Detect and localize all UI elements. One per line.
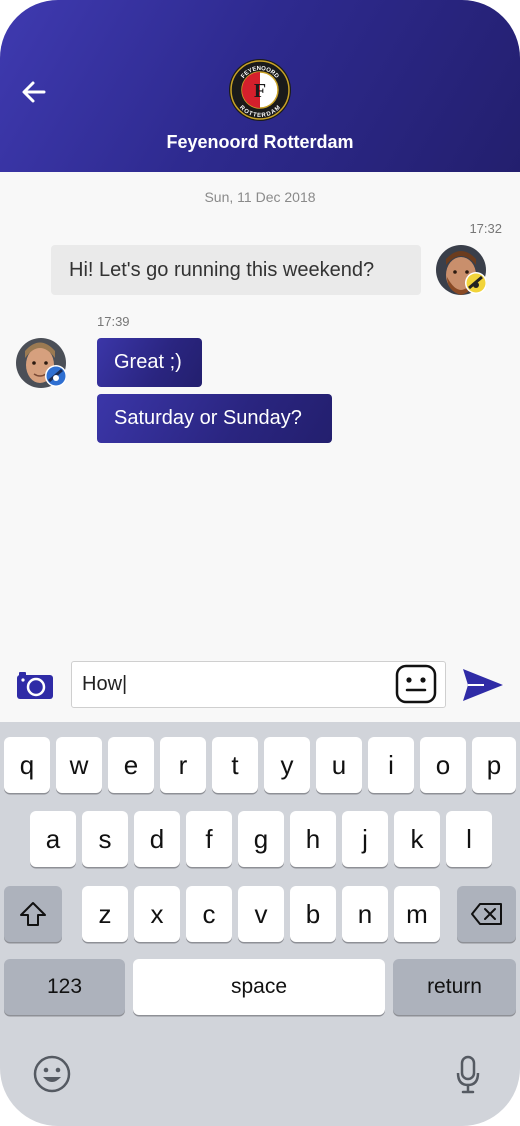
key-g[interactable]: g — [238, 811, 284, 867]
key-y[interactable]: y — [264, 737, 310, 793]
key-k[interactable]: k — [394, 811, 440, 867]
chat-header: F FEYENOORD ROTTERDAM Feyenoord Rotterda… — [0, 0, 520, 172]
key-i[interactable]: i — [368, 737, 414, 793]
numbers-key[interactable]: 123 — [4, 959, 125, 1015]
key-s[interactable]: s — [82, 811, 128, 867]
message-input[interactable] — [71, 661, 446, 708]
logo-letter: F — [254, 80, 266, 102]
key-u[interactable]: u — [316, 737, 362, 793]
outgoing-message-bubble[interactable]: Saturday or Sunday? — [97, 394, 332, 443]
incoming-message-bubble[interactable]: Hi! Let's go running this weekend? — [51, 245, 421, 295]
key-d[interactable]: d — [134, 811, 180, 867]
emoji-keyboard-icon[interactable] — [32, 1054, 72, 1094]
camera-icon[interactable] — [16, 670, 54, 700]
conversation-title: Feyenoord Rotterdam — [166, 132, 354, 152]
contact-avatar[interactable] — [16, 338, 66, 388]
key-l[interactable]: l — [446, 811, 492, 867]
key-b[interactable]: b — [290, 886, 336, 942]
space-key[interactable]: space — [133, 959, 385, 1015]
shift-key[interactable] — [4, 886, 62, 942]
key-t[interactable]: t — [212, 737, 258, 793]
backspace-icon — [470, 903, 502, 925]
emoji-face-icon[interactable] — [395, 664, 437, 704]
key-p[interactable]: p — [472, 737, 516, 793]
key-e[interactable]: e — [108, 737, 154, 793]
key-v[interactable]: v — [238, 886, 284, 942]
return-key[interactable]: return — [393, 959, 516, 1015]
club-logo: F FEYENOORD ROTTERDAM — [229, 59, 291, 121]
key-x[interactable]: x — [134, 886, 180, 942]
key-m[interactable]: m — [394, 886, 440, 942]
key-h[interactable]: h — [290, 811, 336, 867]
key-n[interactable]: n — [342, 886, 388, 942]
message-timestamp: 17:39 — [97, 314, 130, 329]
user-avatar[interactable] — [436, 245, 486, 295]
key-f[interactable]: f — [186, 811, 232, 867]
key-q[interactable]: q — [4, 737, 50, 793]
shift-icon — [20, 902, 46, 926]
microphone-icon[interactable] — [455, 1055, 481, 1095]
key-j[interactable]: j — [342, 811, 388, 867]
backspace-key[interactable] — [457, 886, 516, 942]
send-icon[interactable] — [462, 667, 504, 703]
back-arrow-icon[interactable] — [18, 76, 50, 108]
key-r[interactable]: r — [160, 737, 206, 793]
key-a[interactable]: a — [30, 811, 76, 867]
date-separator: Sun, 11 Dec 2018 — [204, 189, 316, 205]
key-o[interactable]: o — [420, 737, 466, 793]
key-z[interactable]: z — [82, 886, 128, 942]
key-c[interactable]: c — [186, 886, 232, 942]
key-w[interactable]: w — [56, 737, 102, 793]
message-timestamp: 17:32 — [469, 221, 502, 236]
on-screen-keyboard: q w e r t y u i o p a s d f g h j k l z … — [0, 722, 520, 1126]
outgoing-message-bubble[interactable]: Great ;) — [97, 338, 202, 387]
phone-screen: F FEYENOORD ROTTERDAM Feyenoord Rotterda… — [0, 0, 520, 1126]
